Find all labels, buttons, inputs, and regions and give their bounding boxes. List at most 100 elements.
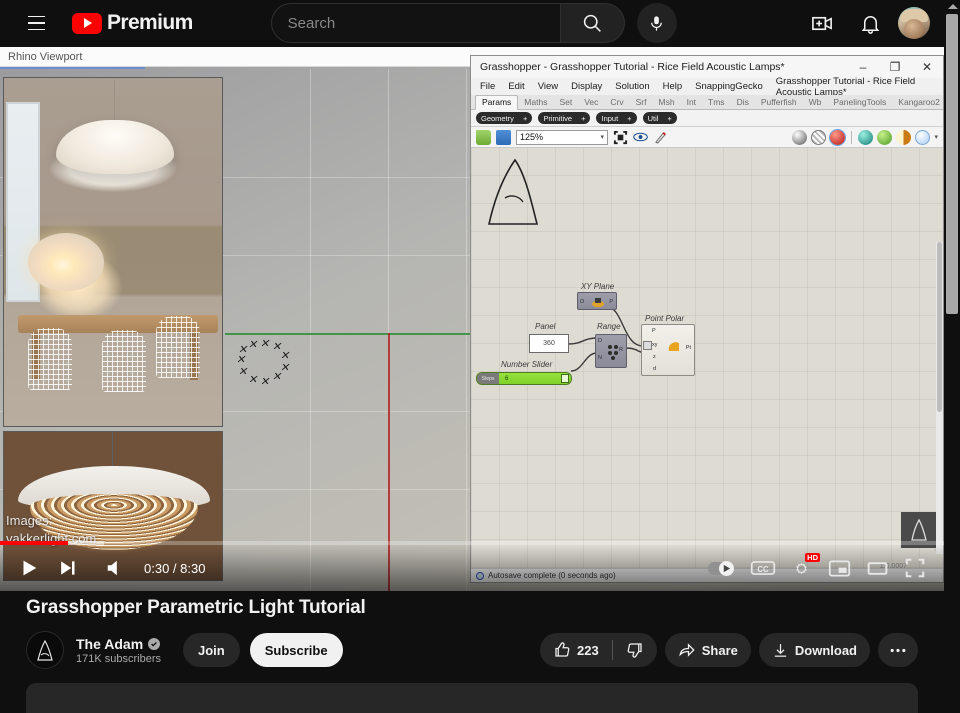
port-D[interactable]: D xyxy=(598,338,602,344)
port-xy[interactable]: xy xyxy=(652,342,658,348)
svg-text:CC: CC xyxy=(757,565,769,574)
play-icon[interactable] xyxy=(10,549,48,587)
bell-icon[interactable] xyxy=(850,3,890,43)
menu-display[interactable]: Display xyxy=(571,81,602,92)
open-folder-icon[interactable] xyxy=(476,129,491,145)
node-number-slider[interactable]: Steps 6 xyxy=(476,372,572,385)
next-video-icon[interactable] xyxy=(48,549,86,587)
dislike-button[interactable] xyxy=(613,633,657,667)
tab-vec[interactable]: Vec xyxy=(578,96,604,109)
grasshopper-window[interactable]: Grasshopper - Grasshopper Tutorial - Ric… xyxy=(470,55,944,583)
fit-view-icon[interactable] xyxy=(613,130,628,145)
share-button-inner[interactable]: Share xyxy=(665,633,751,667)
download-button-inner[interactable]: Download xyxy=(759,633,870,667)
search-icon[interactable] xyxy=(560,3,625,43)
hamburger-menu-icon[interactable] xyxy=(16,3,56,43)
tab-maths[interactable]: Maths xyxy=(518,96,553,109)
channel-name-row[interactable]: The Adam xyxy=(76,636,161,652)
port-R[interactable]: R xyxy=(619,347,623,353)
node-panel[interactable]: 360 xyxy=(529,334,569,353)
channel-name: The Adam xyxy=(76,635,144,652)
theater-mode-icon[interactable] xyxy=(858,549,896,587)
tab-kangaroo2[interactable]: Kangaroo2 xyxy=(892,96,944,109)
group-geometry[interactable]: Geometry + xyxy=(476,112,533,124)
node-xy-plane[interactable]: O P xyxy=(577,292,617,310)
tab-params[interactable]: Params xyxy=(475,95,519,110)
video-player[interactable]: Rhino Viewport ✕ ✕ ✕ ✕ ✕ ✕ ✕ ✕ ✕ ✕ ✕ Ima… xyxy=(0,47,944,591)
port-P[interactable]: P xyxy=(652,328,656,334)
tab-crv[interactable]: Crv xyxy=(604,96,629,109)
port-O[interactable]: O xyxy=(580,299,584,305)
youtube-logo[interactable]: Premium xyxy=(72,11,193,35)
grasshopper-window-title: Grasshopper - Grasshopper Tutorial - Ric… xyxy=(480,61,785,73)
menu-help[interactable]: Help xyxy=(663,81,683,92)
scroll-up-arrow-icon[interactable] xyxy=(948,4,958,9)
microphone-icon[interactable] xyxy=(636,3,677,43)
tab-set[interactable]: Set xyxy=(553,96,578,109)
player-right-controls: CC HD xyxy=(698,549,934,587)
canvas-scrollbar[interactable] xyxy=(936,242,943,554)
channel-text-block: The Adam 171K subscribers xyxy=(76,636,161,665)
download-button[interactable]: Download xyxy=(758,633,870,667)
group-primitive[interactable]: Primitive + xyxy=(538,112,591,124)
avatar[interactable] xyxy=(898,7,930,39)
join-button[interactable]: Join xyxy=(183,633,240,667)
port-Pt[interactable]: Pt xyxy=(686,345,691,351)
search-input[interactable] xyxy=(287,14,560,32)
gear-icon[interactable]: HD xyxy=(782,549,820,587)
tab-panelingtools[interactable]: PanelingTools xyxy=(827,96,892,109)
green-sphere-icon[interactable] xyxy=(877,129,893,145)
node-label-number-slider: Number Slider xyxy=(501,360,553,369)
node-range[interactable]: D N R xyxy=(595,334,627,368)
port-d[interactable]: d xyxy=(653,366,656,372)
menu-file[interactable]: File xyxy=(480,81,495,92)
chevron-expand-icon: + xyxy=(522,113,528,123)
create-video-icon[interactable] xyxy=(802,3,842,43)
tab-wb[interactable]: Wb xyxy=(803,96,828,109)
zoom-level-select[interactable]: 125% ▾ xyxy=(516,129,608,145)
channel-avatar[interactable] xyxy=(26,631,64,669)
volume-icon[interactable] xyxy=(96,549,134,587)
closed-captions-icon[interactable]: CC xyxy=(744,549,782,587)
tab-int[interactable]: Int xyxy=(681,96,702,109)
preview-eye-icon[interactable] xyxy=(633,130,648,145)
grasshopper-canvas[interactable]: XY Plane O P Panel 360 Range D N R Numbe… xyxy=(471,148,943,568)
red-sphere-icon[interactable] xyxy=(829,128,847,146)
group-input[interactable]: Input + xyxy=(596,112,637,124)
description-card[interactable] xyxy=(26,683,918,713)
port-P[interactable]: P xyxy=(609,299,613,305)
tab-msh[interactable]: Msh xyxy=(653,96,681,109)
teal-sphere-icon[interactable] xyxy=(858,129,874,145)
menu-snappinggecko[interactable]: SnappingGecko xyxy=(695,81,763,92)
like-count: 223 xyxy=(577,642,599,658)
page-scrollbar[interactable] xyxy=(944,0,960,698)
orange-sphere-icon[interactable] xyxy=(896,129,912,145)
tab-pufferfish[interactable]: Pufferfish xyxy=(755,96,803,109)
subscribe-button[interactable]: Subscribe xyxy=(249,633,343,667)
bake-icon[interactable] xyxy=(653,130,668,145)
more-options-icon[interactable] xyxy=(878,633,918,667)
menu-view[interactable]: View xyxy=(538,81,558,92)
share-button[interactable]: Share xyxy=(664,633,751,667)
youtube-play-icon xyxy=(72,12,102,34)
wireframe-sphere-icon[interactable] xyxy=(811,129,827,145)
blue-sphere-icon[interactable] xyxy=(915,129,931,145)
menu-edit[interactable]: Edit xyxy=(508,81,524,92)
like-button[interactable]: 223 xyxy=(540,633,612,667)
group-primitive-label: Primitive xyxy=(543,113,573,123)
save-icon[interactable] xyxy=(496,129,511,145)
shaded-sphere-icon[interactable] xyxy=(792,129,808,145)
tab-dis[interactable]: Dis xyxy=(731,96,755,109)
miniplayer-icon[interactable] xyxy=(820,549,858,587)
tab-tms[interactable]: Tms xyxy=(702,96,731,109)
search-box[interactable] xyxy=(270,3,561,43)
port-N[interactable]: N xyxy=(598,355,602,361)
fullscreen-icon[interactable] xyxy=(896,549,934,587)
tab-srf[interactable]: Srf xyxy=(630,96,653,109)
scrollbar-thumb[interactable] xyxy=(946,14,958,314)
group-util[interactable]: Util + xyxy=(642,112,677,124)
node-point-polar[interactable]: P xy z d Pt xyxy=(641,324,695,376)
port-z[interactable]: z xyxy=(653,354,656,360)
menu-solution[interactable]: Solution xyxy=(615,81,649,92)
autoplay-toggle[interactable] xyxy=(708,560,734,576)
